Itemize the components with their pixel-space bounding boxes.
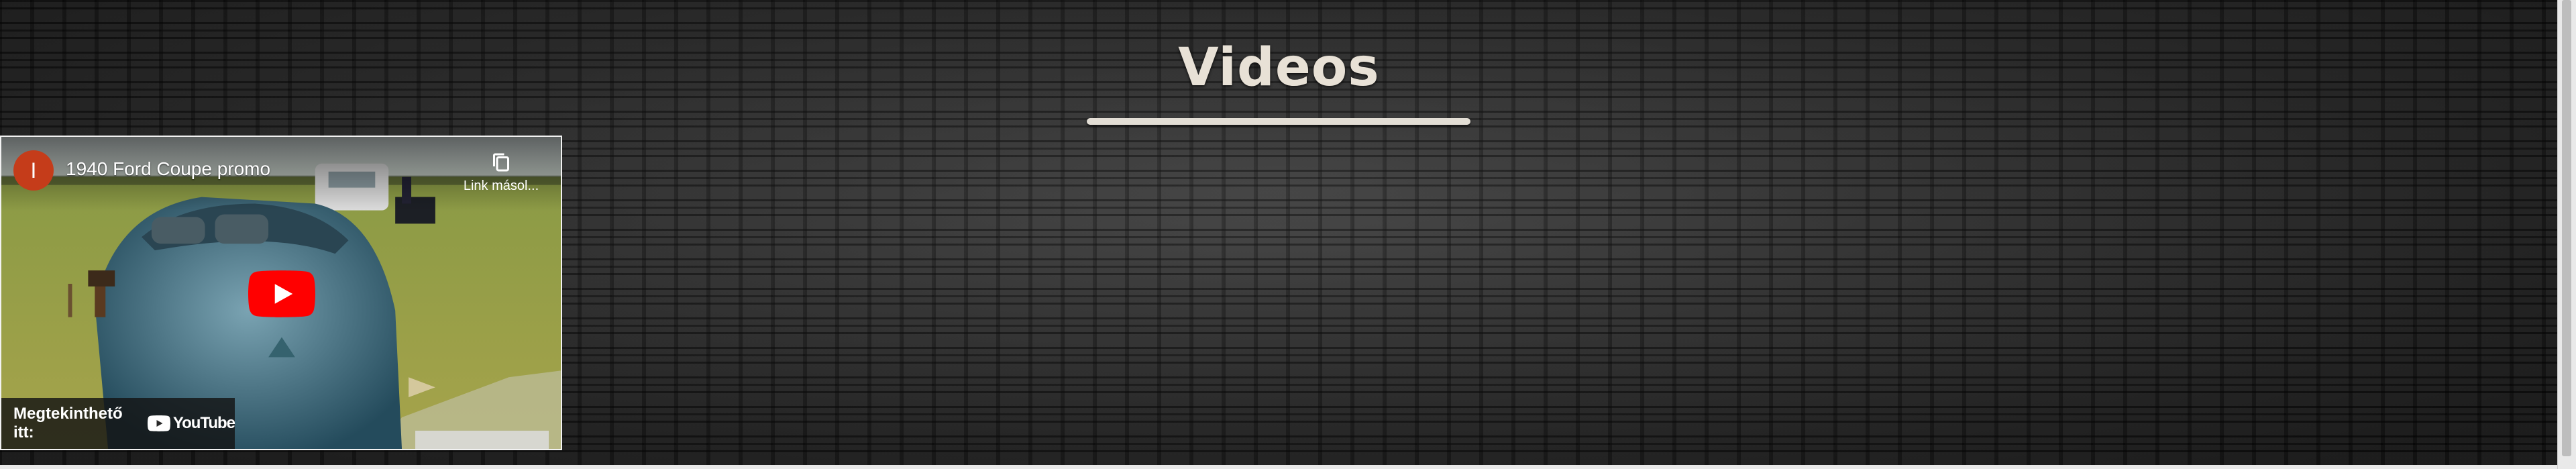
watch-on-label: Megtekinthető itt: — [13, 405, 123, 441]
youtube-logo: YouTube — [147, 414, 235, 433]
copy-icon — [493, 153, 509, 172]
youtube-embed[interactable]: I 1940 Ford Coupe promo Link másol... Me… — [0, 136, 562, 450]
title-underline — [1087, 118, 1470, 125]
horizontal-scrollbar-area — [0, 465, 2558, 469]
copy-link-label: Link másol... — [463, 178, 539, 193]
vertical-scrollbar[interactable] — [2557, 0, 2576, 469]
youtube-logo-icon — [147, 415, 170, 431]
section-title: Videos — [1178, 38, 1380, 99]
watch-on-youtube-button[interactable]: Megtekinthető itt: YouTube — [1, 398, 235, 449]
play-button[interactable] — [248, 270, 315, 318]
brick-wall-background: Videos I 1940 Ford Coupe promo Link máso… — [0, 0, 2558, 465]
youtube-logo-text: YouTube — [172, 414, 235, 432]
video-title-link[interactable]: 1940 Ford Coupe promo — [66, 158, 270, 180]
channel-avatar[interactable]: I — [13, 150, 54, 191]
scrollbar-thumb[interactable] — [2562, 0, 2571, 456]
copy-link-button[interactable]: Link másol... — [458, 150, 545, 194]
